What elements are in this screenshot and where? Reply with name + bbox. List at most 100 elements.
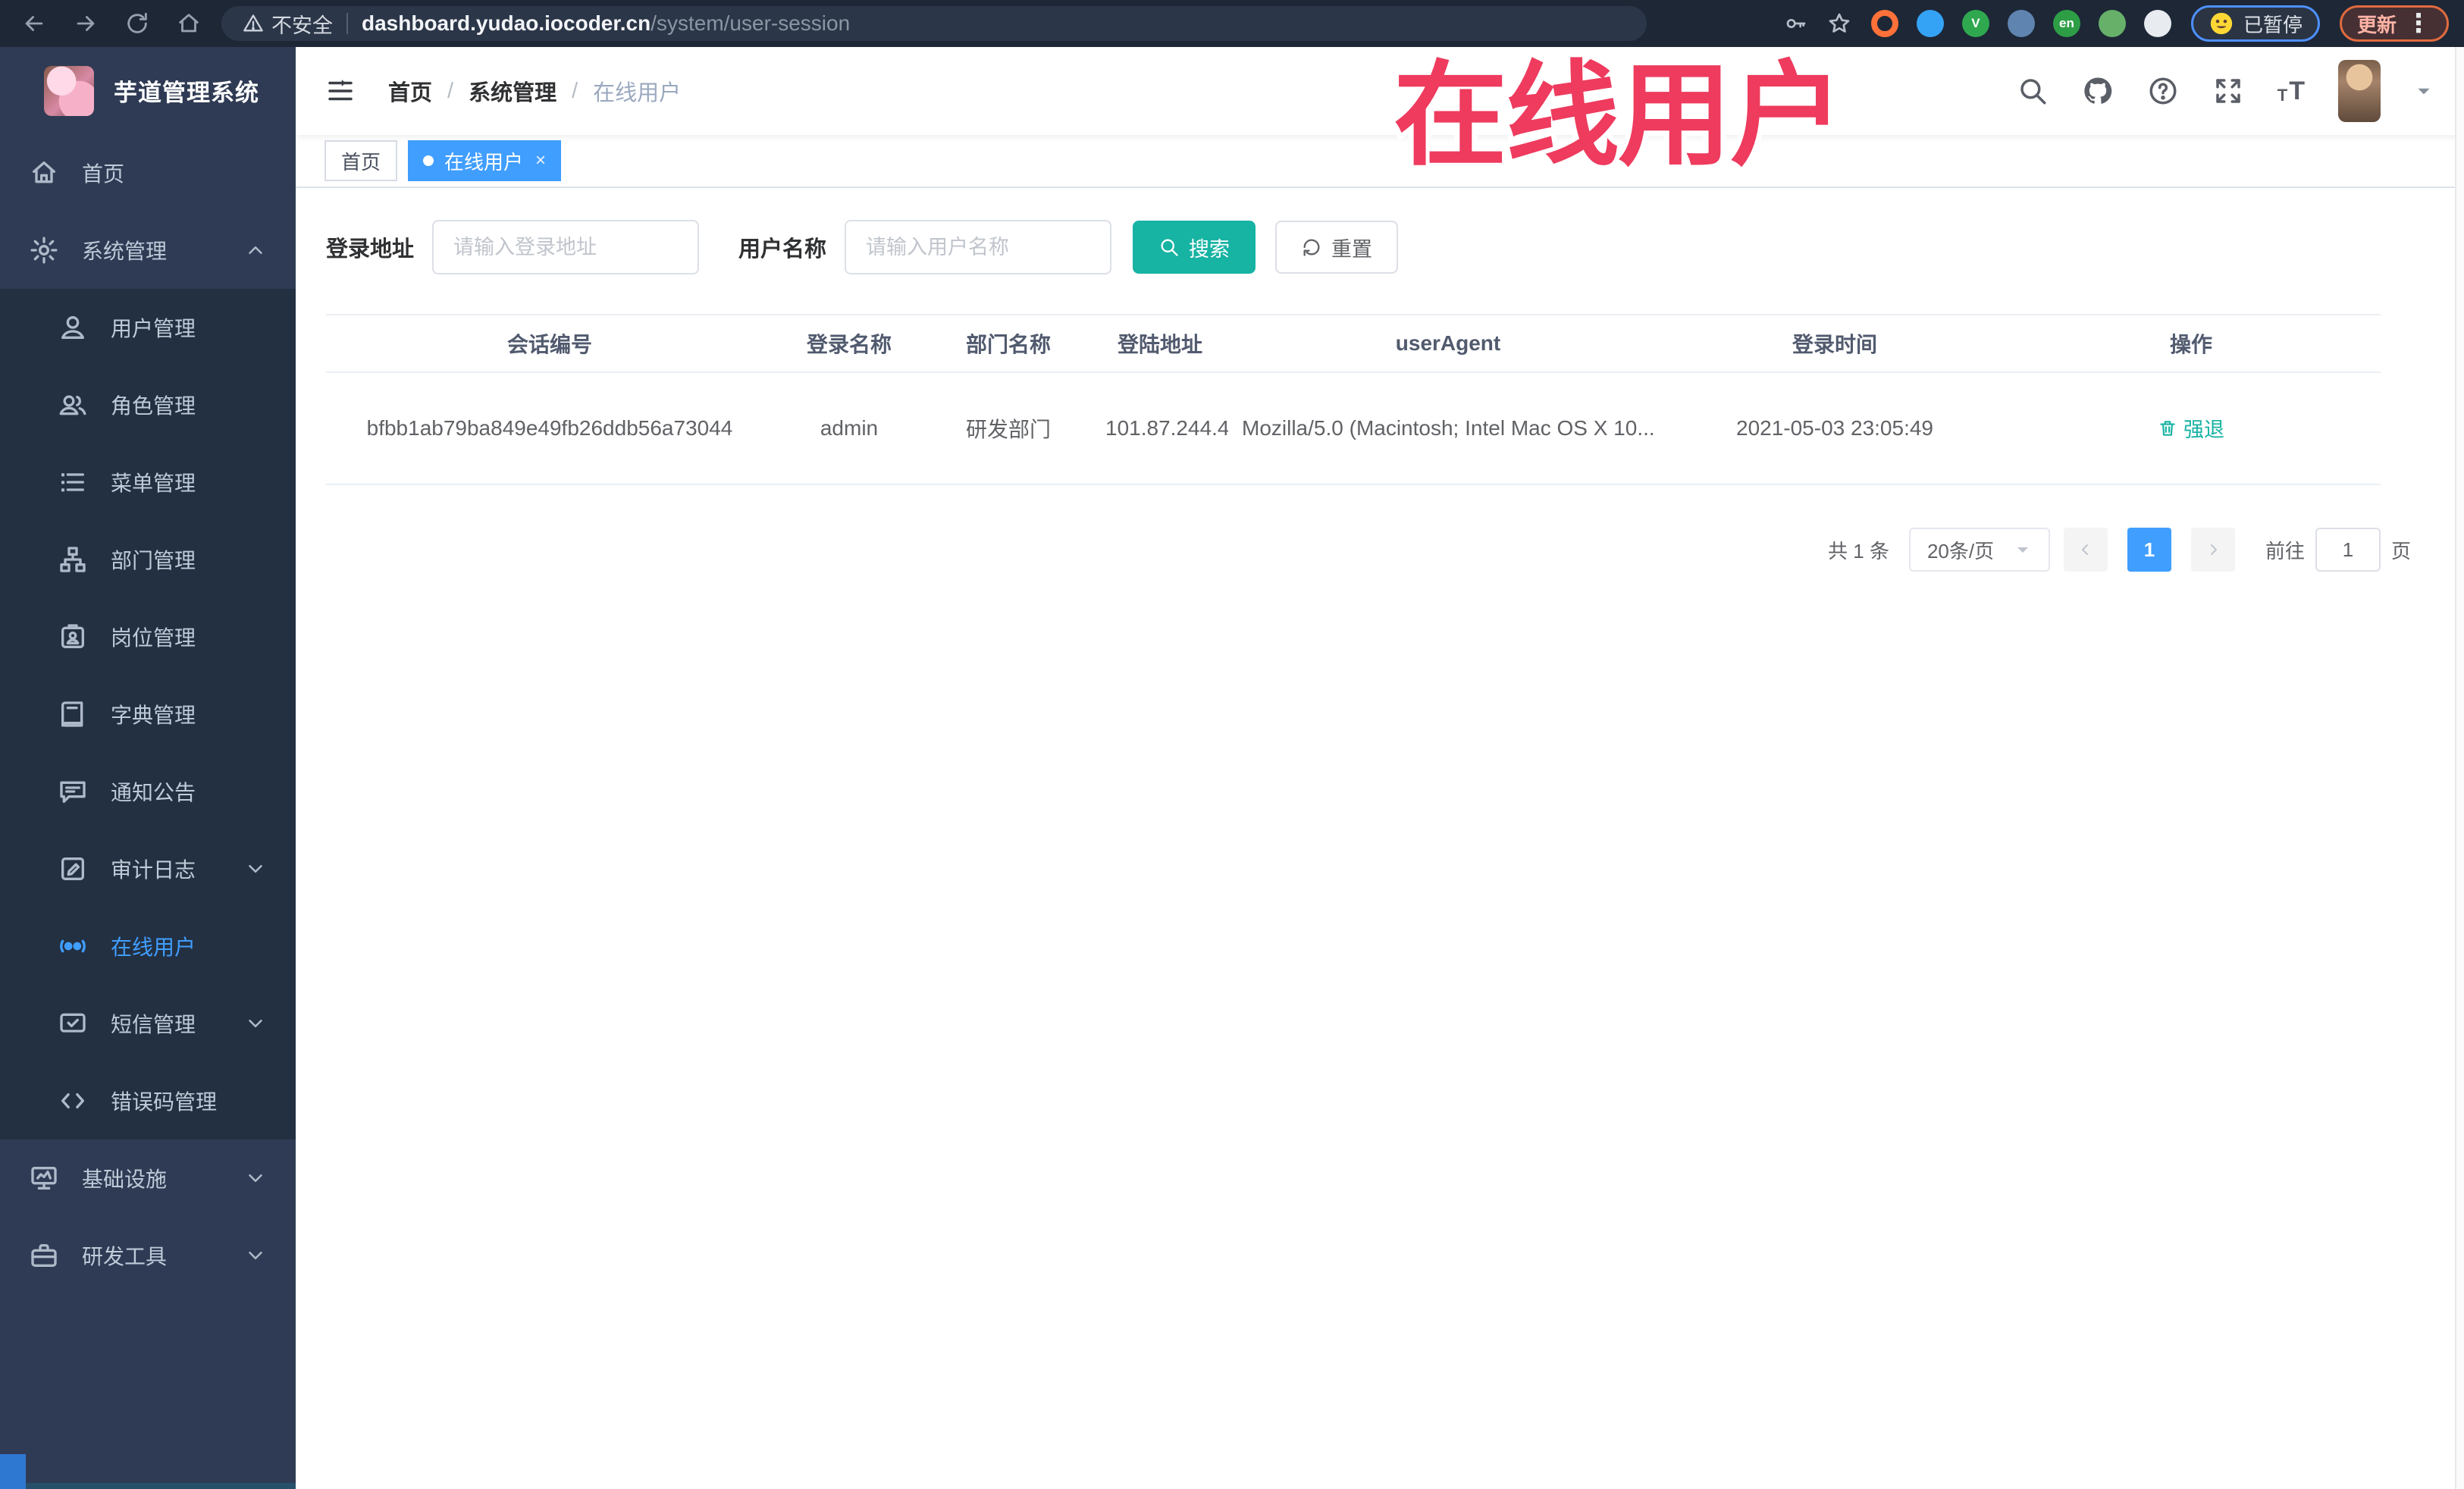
breadcrumb-separator: / (447, 78, 454, 103)
sidebar-item-菜单管理[interactable]: 菜单管理 (0, 444, 296, 521)
avatar-caret-down-icon[interactable] (2414, 81, 2434, 101)
sidebar-item-审计日志[interactable]: 审计日志 (0, 830, 296, 908)
menu-user-icon (58, 312, 88, 343)
pagination-total: 共 1 条 (1828, 539, 1889, 563)
app-logo-image (44, 65, 94, 116)
cell-login-ip: 101.87.244.46 (1092, 372, 1228, 485)
sidebar-item-label: 在线用户 (111, 936, 196, 959)
app-logo-row[interactable]: 芋道管理系统 (0, 47, 296, 134)
bookmark-star-icon[interactable] (1827, 11, 1851, 36)
fullscreen-icon[interactable] (2212, 75, 2244, 107)
extension-green-search-icon[interactable] (2098, 10, 2126, 37)
sidebar-item-label: 短信管理 (111, 1013, 196, 1036)
menu-code-icon (58, 1086, 88, 1116)
sidebar-item-label: 研发工具 (82, 1245, 168, 1268)
username-input[interactable] (845, 220, 1112, 274)
cell-user-agent: Mozilla/5.0 (Macintosh; Intel Mac OS X 1… (1228, 372, 1668, 485)
page-scrollbar[interactable] (2455, 47, 2464, 1489)
active-tab-dot (423, 155, 434, 166)
paused-extension-pill[interactable]: 已暂停 (2190, 5, 2320, 42)
table-header: 会话编号 登录名称 部门名称 登陆地址 userAgent 登录时间 操作 (326, 314, 2381, 373)
bottom-left-artifact (0, 1454, 26, 1489)
column-header-操作: 操作 (2002, 314, 2381, 373)
sidebar-item-在线用户[interactable]: 在线用户 (0, 908, 296, 985)
sidebar-item-研发工具[interactable]: 研发工具 (0, 1217, 296, 1294)
sidebar-item-错误码管理[interactable]: 错误码管理 (0, 1062, 296, 1139)
url-bar[interactable]: 不安全 dashboard.yudao.iocoder.cn /system/u… (221, 6, 1647, 41)
search-button[interactable]: 搜索 (1133, 221, 1256, 274)
column-header-会话编号: 会话编号 (326, 314, 773, 373)
chevron-right-icon (2204, 541, 2222, 559)
page-number-active[interactable]: 1 (2127, 528, 2171, 572)
force-logout-button[interactable]: 强退 (2158, 413, 2224, 443)
password-key-icon[interactable] (1783, 11, 1807, 36)
header-search-icon[interactable] (2017, 75, 2049, 107)
sidebar-item-label: 审计日志 (111, 858, 196, 882)
sidebar-toggle-hamburger-icon[interactable] (324, 75, 356, 107)
pagination-goto: 前往 页 (2265, 528, 2411, 572)
sidebar-item-用户管理[interactable]: 用户管理 (0, 289, 296, 366)
font-size-icon[interactable]: TT (2277, 78, 2305, 104)
chevron-down-icon (244, 1012, 267, 1035)
sidebar-item-角色管理[interactable]: 角色管理 (0, 366, 296, 444)
goto-page-input[interactable] (2315, 528, 2381, 572)
menu-list-icon (58, 467, 88, 497)
github-icon[interactable] (2082, 75, 2114, 107)
column-header-登录名称: 登录名称 (773, 314, 925, 373)
sidebar-item-系统管理[interactable]: 系统管理 (0, 212, 296, 289)
menu-badge-icon (58, 622, 88, 652)
sidebar-item-通知公告[interactable]: 通知公告 (0, 753, 296, 830)
update-label: 更新 (2356, 13, 2397, 36)
browser-toolbar: 不安全 dashboard.yudao.iocoder.cn /system/u… (0, 0, 2464, 47)
extension-green-v-icon[interactable]: V (1961, 10, 1989, 37)
home-icon[interactable] (176, 11, 202, 36)
sidebar-item-短信管理[interactable]: 短信管理 (0, 985, 296, 1062)
security-warning-icon (243, 13, 264, 34)
sidebar-item-label: 部门管理 (111, 549, 196, 572)
extension-icons: Ven (1870, 10, 2171, 37)
prev-page-button[interactable] (2063, 528, 2108, 572)
tab-首页[interactable]: 首页 (324, 140, 398, 181)
breadcrumb-item-首页[interactable]: 首页 (388, 75, 432, 107)
extension-white-star-icon[interactable] (2143, 10, 2171, 37)
breadcrumb-item-系统管理[interactable]: 系统管理 (469, 75, 556, 107)
sidebar-item-部门管理[interactable]: 部门管理 (0, 521, 296, 598)
menu-infra-icon (29, 1163, 59, 1193)
next-page-button[interactable] (2190, 528, 2235, 572)
table-row: bfbb1ab79ba849e49fb26ddb56a73044 admin 研发部… (326, 372, 2381, 485)
tab-label: 首页 (341, 150, 381, 174)
back-icon[interactable] (21, 11, 47, 36)
menu-book-icon (58, 699, 88, 729)
extension-blue-person-icon[interactable] (2007, 10, 2035, 37)
sidebar-item-label: 岗位管理 (111, 626, 196, 650)
sidebar-item-岗位管理[interactable]: 岗位管理 (0, 598, 296, 676)
chevron-left-icon (2077, 541, 2095, 559)
sidebar-item-基础设施[interactable]: 基础设施 (0, 1139, 296, 1217)
update-button[interactable]: 更新 ⋮ (2339, 5, 2449, 42)
tab-close-icon[interactable]: × (535, 150, 546, 171)
app-header: 首页 / 系统管理 / 在线用户 TT (296, 47, 2464, 135)
help-doc-icon[interactable] (2147, 75, 2179, 107)
page-size-select[interactable]: 20条/页 (1908, 528, 2050, 572)
sidebar-item-首页[interactable]: 首页 (0, 134, 296, 212)
menu-announce-icon (58, 776, 88, 807)
reset-button[interactable]: 重置 (1275, 221, 1399, 274)
menu-gear-icon (29, 235, 59, 265)
user-avatar[interactable] (2338, 60, 2381, 122)
reload-icon[interactable] (124, 11, 150, 36)
browser-nav-icons (0, 11, 202, 36)
login-address-input[interactable] (432, 220, 700, 274)
search-button-icon (1158, 237, 1180, 258)
extension-blue-drop-icon[interactable] (1916, 10, 1944, 37)
online-users-table: 会话编号 登录名称 部门名称 登陆地址 userAgent 登录时间 操作 bfbb1ab7… (326, 314, 2381, 485)
extension-translate-en-icon[interactable]: en (2052, 10, 2080, 37)
url-divider (346, 13, 348, 34)
sidebar-item-字典管理[interactable]: 字典管理 (0, 676, 296, 753)
tab-在线用户[interactable]: 在线用户 × (408, 140, 562, 181)
sidebar-item-label: 错误码管理 (111, 1090, 218, 1114)
extension-orange-ring-icon[interactable] (1870, 10, 1898, 37)
forward-icon[interactable] (73, 11, 99, 36)
page-unit-label: 页 (2390, 539, 2411, 563)
browser-menu-kebab-icon[interactable]: ⋮ (2406, 11, 2431, 36)
chevron-down-icon (244, 1167, 267, 1190)
